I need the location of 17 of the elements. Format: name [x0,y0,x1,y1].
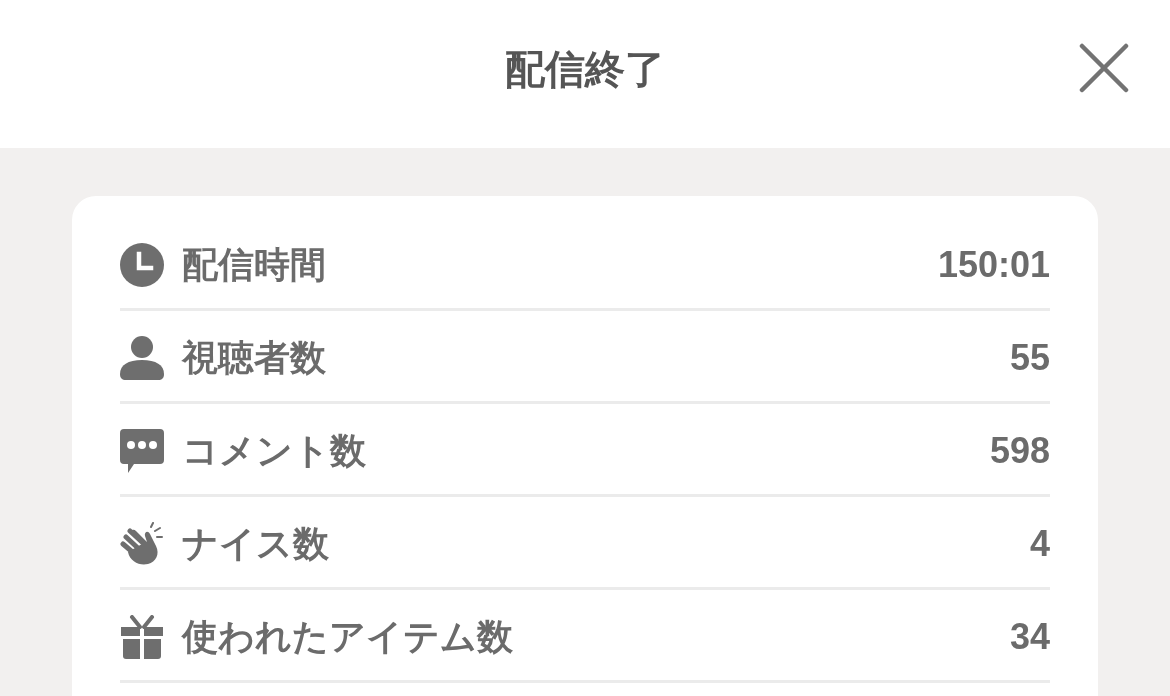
stat-value: 4 [1029,525,1050,562]
gift-icon [120,614,164,659]
clapping-hands-icon [120,521,164,566]
close-icon [1079,43,1129,93]
stat-value: 55 [1009,339,1050,376]
stat-label: 配信時間 [182,246,326,283]
comment-icon [120,428,164,473]
stat-value: 150:01 [937,246,1050,283]
stat-label: 視聴者数 [182,339,326,376]
person-icon [120,335,164,380]
stat-label: 使われたアイテム数 [182,618,513,655]
dialog-title: 配信終了 [505,49,665,89]
stat-label: ナイス数 [182,525,329,562]
stat-value: 598 [989,432,1050,469]
stat-value: 34 [1009,618,1050,655]
stat-label: コメント数 [182,432,366,469]
clock-icon [120,242,164,287]
